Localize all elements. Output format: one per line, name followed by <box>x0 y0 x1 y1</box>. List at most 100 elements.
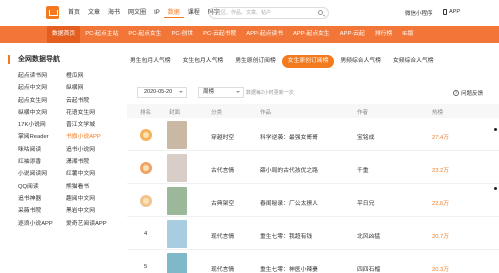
sidebar-item[interactable]: 黑岩中文网 <box>66 205 110 217</box>
sidebar-item[interactable]: 潇湘书院 <box>66 156 110 168</box>
sidebar-item[interactable]: 采薇书院 <box>18 205 66 217</box>
tab-male-original-subscription[interactable]: 男生原创订阅榜 <box>229 55 282 68</box>
sidebar-item[interactable]: 起点读书网 <box>18 70 66 82</box>
date-picker[interactable]: 2020-05-20 <box>137 87 187 98</box>
tab-female-overall-popular[interactable]: 女频综合人气榜 <box>387 55 440 68</box>
book-cover[interactable] <box>167 220 187 248</box>
sidebar-item[interactable]: 云起书院 <box>66 95 110 107</box>
sidebar-item[interactable]: 起点女生网 <box>18 95 66 107</box>
sidebar-item[interactable]: 逐浪小说APP <box>18 218 66 230</box>
top-nav-item[interactable]: 课程 <box>184 9 204 18</box>
top-nav-item[interactable]: 海书 <box>104 9 124 18</box>
data-nav-item[interactable]: PC-创世 <box>167 26 199 43</box>
row-title[interactable]: 重生七零：我超有钱 <box>260 231 312 240</box>
app-label: APP <box>449 9 461 15</box>
data-nav-item[interactable]: APP-起点读书 <box>241 26 288 43</box>
sidebar-item[interactable]: 爱奇艺阅读APP <box>66 218 110 230</box>
sidebar-item[interactable]: 趣阅中文网 <box>66 193 110 205</box>
sidebar-item[interactable]: 追书小说网 <box>66 144 110 156</box>
search-placeholder: 社区、作品、文章、帖户 <box>216 10 272 16</box>
row-title[interactable]: 科学逆袭：最强女哥哥 <box>260 132 318 141</box>
row-title[interactable]: 重生七零：神医小辣妻 <box>260 264 318 273</box>
book-cover[interactable] <box>167 121 187 149</box>
data-nav-item[interactable]: PC-起点女生 <box>123 26 166 43</box>
sidebar-item[interactable]: 红薯中文网 <box>66 168 110 180</box>
search-input[interactable]: 社区、作品、文章、帖户 <box>209 7 329 19</box>
row-category: 穿越时空 <box>211 135 235 141</box>
row-author[interactable]: 北风凶猛 <box>357 231 380 240</box>
top-nav-item[interactable]: IP <box>150 9 164 18</box>
book-cover[interactable] <box>167 187 187 215</box>
header-cover: 封面 <box>169 110 181 116</box>
tab-female-original-subscription[interactable]: 女生原创订阅榜 <box>281 55 335 68</box>
table-row[interactable]: 5 现代言情 重生七零：神医小辣妻 四四石榴 20.3万 <box>127 250 499 273</box>
data-nav-item[interactable]: IE版 <box>397 26 418 43</box>
row-author[interactable]: 平日兄 <box>357 198 374 207</box>
data-nav-item[interactable]: PC-云起书院 <box>198 26 241 43</box>
row-title[interactable]: 春闺秘录：厂公太撩人 <box>260 198 318 207</box>
sidebar-item[interactable]: 小说阅读网 <box>18 168 66 180</box>
data-nav-item-active[interactable]: 数据首页 <box>47 26 81 43</box>
site-logo[interactable] <box>46 6 59 19</box>
row-hot-value: 23.2万 <box>432 168 450 174</box>
row-rank: 5 <box>144 264 148 270</box>
row-hot-value: 22.6万 <box>432 201 450 207</box>
book-cover[interactable] <box>167 253 187 273</box>
row-rank: 4 <box>144 231 148 237</box>
sidebar-item[interactable]: 熊猫看书 <box>66 181 110 193</box>
table-row[interactable]: 4 现代言情 重生七零：我超有钱 北风凶猛 20.7万 <box>127 217 499 250</box>
data-nav-item[interactable]: APP-云起 <box>335 26 370 43</box>
sidebar-item[interactable]: 掌阅Reader <box>18 131 66 143</box>
feedback-label: 问题反馈 <box>461 91 484 97</box>
row-author[interactable]: 千重 <box>357 165 369 174</box>
row-category: 古代言情 <box>211 168 235 174</box>
app-link[interactable]: APP <box>443 9 460 15</box>
sidebar-item[interactable]: QQ阅读 <box>18 181 66 193</box>
book-cover[interactable] <box>167 154 187 182</box>
sidebar-title: 全网数据导航 <box>8 55 110 64</box>
sidebar-item[interactable]: 花语女生网 <box>66 107 110 119</box>
header-category: 分类 <box>211 110 223 116</box>
row-category: 现代言情 <box>211 267 235 273</box>
tab-male-overall-popular[interactable]: 男频综合人气榜 <box>334 55 387 68</box>
sidebar-item[interactable]: 晋江文学城 <box>66 119 110 131</box>
period-select[interactable]: 周榜 <box>198 87 244 98</box>
sidebar-item[interactable]: 红袖添香 <box>18 156 66 168</box>
sidebar-item[interactable]: 起点中文网 <box>18 82 66 94</box>
top-nav-item-active[interactable]: 数据 <box>163 9 184 18</box>
row-author[interactable]: 四四石榴 <box>357 264 380 273</box>
sidebar-item[interactable]: 追书神器 <box>18 193 66 205</box>
search-icon[interactable] <box>318 10 323 15</box>
data-nav-item[interactable]: APP-起点女生 <box>288 26 335 43</box>
sidebar-item[interactable]: 纵横网 <box>66 82 110 94</box>
ranking-table: 排名 封面 分类 作品 作者 热榜 穿越时空 科学逆袭：最强女哥哥 宝铭成 27… <box>127 104 499 273</box>
table-row[interactable]: 古典架空 春闺秘录：厂公太撩人 平日兄 22.6万 <box>127 184 499 217</box>
table-header: 排名 封面 分类 作品 作者 热榜 <box>127 104 499 118</box>
table-row[interactable]: 穿越时空 科学逆袭：最强女哥哥 宝铭成 27.4万 <box>127 118 499 151</box>
header-hot: 热榜 <box>432 110 444 116</box>
phone-icon <box>443 9 447 15</box>
header-author: 作者 <box>357 110 369 116</box>
sidebar-item[interactable]: 橙瓜网 <box>66 70 110 82</box>
row-category: 现代言情 <box>211 234 235 240</box>
table-row[interactable]: 古代言情 薛小局的古代孩优之路 千重 23.2万 <box>127 151 499 184</box>
tab-male-monthly-popular[interactable]: 男生包月人气榜 <box>124 55 177 68</box>
sidebar-item[interactable]: 纵横中文网 <box>18 107 66 119</box>
data-nav-item[interactable]: 排行榜 <box>370 26 397 43</box>
top-nav-item[interactable]: 网文圈 <box>124 9 150 18</box>
header-rank: 排名 <box>140 110 152 116</box>
top-nav-item[interactable]: 文章 <box>84 9 104 18</box>
sidebar-item[interactable]: 咪咕阅读 <box>18 144 66 156</box>
row-hot-value: 20.3万 <box>432 267 450 273</box>
scroll-marker <box>494 187 497 190</box>
row-author[interactable]: 宝铭成 <box>357 132 374 141</box>
sidebar-item-active[interactable]: 书旗小说APP <box>66 131 110 143</box>
wechat-miniprogram-link[interactable]: 微信小程序 <box>405 9 433 17</box>
sidebar-item[interactable]: 17K小说网 <box>18 119 66 131</box>
row-title[interactable]: 薛小局的古代孩优之路 <box>260 165 318 174</box>
data-nav-item[interactable]: PC-起点主站 <box>80 26 123 43</box>
tab-female-monthly-popular[interactable]: 女生包月人气榜 <box>177 55 230 68</box>
feedback-link[interactable]: ? 问题反馈 <box>453 89 483 97</box>
top-nav-item[interactable]: 首页 <box>64 9 84 18</box>
row-hot-value: 20.7万 <box>432 234 450 240</box>
